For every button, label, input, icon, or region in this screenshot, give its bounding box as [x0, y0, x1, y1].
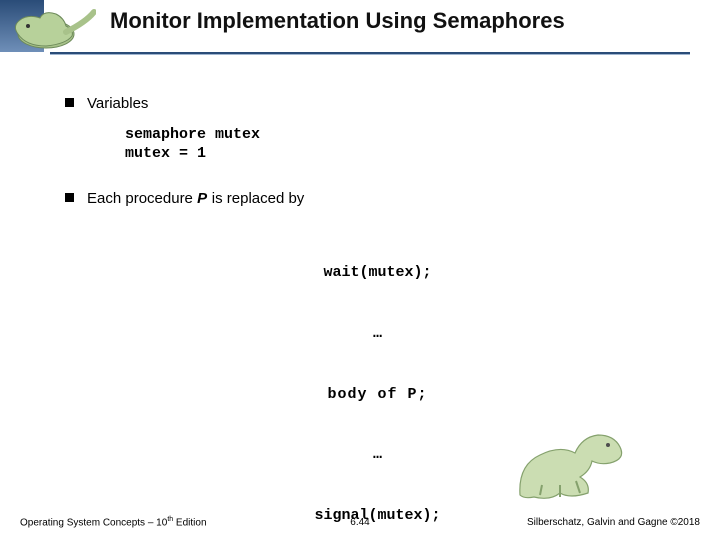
procedure-variable: P: [197, 190, 208, 207]
bullet-variables: Variables: [65, 95, 690, 112]
bullet-marker-icon: [65, 98, 74, 107]
code-line: …: [65, 324, 690, 344]
code-line: semaphore mutex: [125, 126, 260, 143]
code-line: mutex = 1: [125, 145, 206, 162]
slide-title: Monitor Implementation Using Semaphores: [110, 8, 710, 34]
bullet-text: Variables: [87, 95, 148, 112]
dinosaur-head-icon: [6, 4, 96, 52]
bullet-text-pre: Each procedure: [87, 190, 197, 207]
bullet-procedure: Each procedure P is replaced by: [65, 190, 690, 207]
code-block-variables: semaphore mutex mutex = 1: [125, 126, 690, 164]
title-underline: [50, 52, 690, 55]
slide: Monitor Implementation Using Semaphores …: [0, 0, 720, 540]
bullet-marker-icon: [65, 193, 74, 202]
footer-right: Silberschatz, Galvin and Gagne ©2018: [527, 517, 700, 528]
code-line: wait(mutex);: [65, 263, 690, 283]
bullet-text-post: is replaced by: [208, 190, 305, 207]
dinosaur-footer-icon: [510, 425, 630, 505]
code-line: body of P;: [65, 385, 690, 405]
